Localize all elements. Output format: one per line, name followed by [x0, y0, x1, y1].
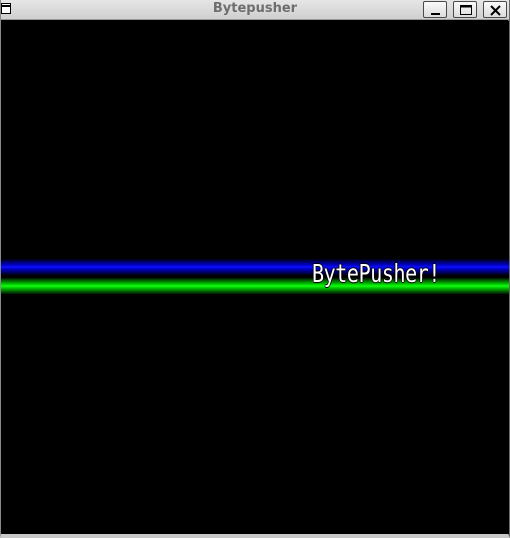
banner-text: BytePusher! — [312, 259, 441, 288]
close-icon — [490, 5, 501, 16]
close-button[interactable] — [483, 1, 507, 18]
maximize-button[interactable] — [453, 1, 477, 18]
minimize-button[interactable] — [423, 1, 447, 18]
title-bar[interactable]: Bytepusher — [1, 0, 509, 20]
app-window: Bytepusher BytePusher! — [0, 0, 510, 538]
emulator-screen[interactable]: BytePusher! — [1, 21, 509, 534]
minimize-icon — [431, 13, 440, 15]
maximize-icon — [460, 5, 472, 15]
